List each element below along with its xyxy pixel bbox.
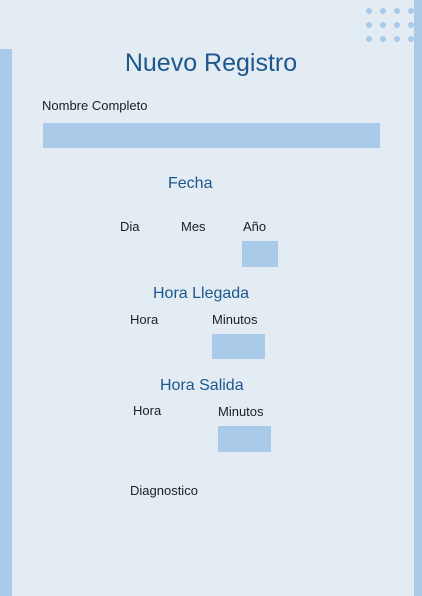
anio-input[interactable] [242, 241, 278, 267]
hora-llegada-minutos-input[interactable] [212, 334, 265, 359]
dia-label: Dia [120, 219, 140, 234]
hora-salida-minutos-label: Minutos [218, 404, 264, 419]
mes-label: Mes [181, 219, 206, 234]
fecha-heading: Fecha [168, 175, 213, 192]
left-accent-bar [0, 49, 12, 596]
nombre-input[interactable] [43, 123, 380, 148]
hora-llegada-hora-label: Hora [130, 312, 159, 327]
hora-salida-minutos-input[interactable] [218, 426, 271, 452]
hora-salida-hora-label: Hora [133, 403, 162, 418]
nombre-label: Nombre Completo [42, 98, 148, 113]
hora-llegada-minutos-label: Minutos [212, 312, 258, 327]
hora-llegada-heading: Hora Llegada [153, 285, 250, 302]
anio-label: Año [243, 219, 267, 234]
hora-salida-heading: Hora Salida [160, 377, 244, 394]
dot-grid-decoration-icon [362, 4, 422, 44]
right-accent-bar [414, 0, 422, 596]
page-title: Nuevo Registro [124, 49, 298, 77]
diagnostico-label: Diagnostico [130, 483, 198, 498]
